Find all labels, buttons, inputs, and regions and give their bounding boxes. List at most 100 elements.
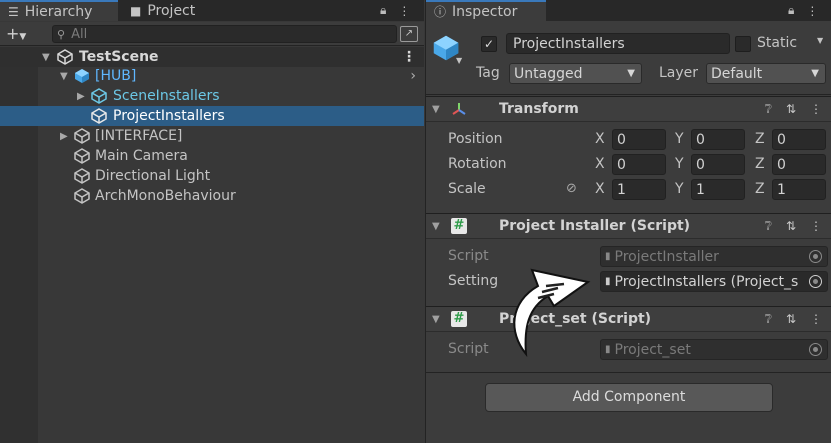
tab-hierarchy[interactable]: ☰ Hierarchy: [0, 0, 118, 21]
hierarchy-panel: ☰ Hierarchy ■ Project 🔒︎ ⋮ +▼ ⚲ All ↗ ▼ …: [0, 0, 424, 443]
setting-object-field[interactable]: ▮ ProjectInstallers (Project_s: [600, 271, 828, 292]
chevron-down-icon: ▼: [627, 68, 635, 79]
chevron-right-icon[interactable]: ›: [410, 68, 416, 84]
axis-x-label: X: [595, 156, 605, 172]
scale-x-field[interactable]: 1: [612, 179, 666, 200]
drag-arrow-icon: [513, 268, 591, 358]
position-label: Position: [448, 131, 503, 147]
axis-z-label: Z: [755, 131, 765, 147]
component-header-icons: ❔︎ ⇅ ⋮: [765, 102, 822, 117]
presets-icon[interactable]: ⇅: [786, 312, 796, 327]
unity-scene-icon: [57, 49, 73, 65]
cube-icon: [74, 168, 90, 184]
axis-y-label: Y: [675, 156, 684, 172]
more-menu-icon[interactable]: ⋮: [806, 4, 818, 18]
scale-y-field[interactable]: 1: [691, 179, 745, 200]
create-dropdown-button[interactable]: +▼: [6, 24, 26, 43]
position-z-field[interactable]: 0: [772, 129, 826, 150]
help-icon[interactable]: ❔︎: [765, 312, 772, 327]
help-icon[interactable]: ❔︎: [765, 219, 772, 234]
presets-icon[interactable]: ⇅: [786, 102, 796, 117]
gameobject-name-field[interactable]: ProjectInstallers: [506, 33, 730, 54]
expand-arrow-icon[interactable]: ▼: [42, 52, 50, 63]
axis-y-label: Y: [675, 131, 684, 147]
lock-icon[interactable]: 🔒︎: [380, 3, 386, 18]
rotation-z-field[interactable]: 0: [772, 154, 826, 175]
position-y-field[interactable]: 0: [691, 129, 745, 150]
setting-value: ProjectInstallers (Project_s: [614, 273, 799, 290]
csharp-script-icon: #: [451, 311, 467, 327]
component-menu-icon[interactable]: ⋮: [810, 219, 822, 234]
axis-z-label: Z: [755, 181, 765, 197]
component-menu-icon[interactable]: ⋮: [810, 102, 822, 117]
collapse-arrow-icon[interactable]: ▶: [77, 91, 85, 102]
lock-icon[interactable]: 🔒︎: [788, 3, 794, 18]
position-x-field[interactable]: 0: [612, 129, 666, 150]
object-picker-icon[interactable]: [809, 343, 822, 356]
rotation-y-field[interactable]: 0: [691, 154, 745, 175]
more-menu-icon[interactable]: ⋮: [398, 4, 410, 18]
presets-icon[interactable]: ⇅: [786, 219, 796, 234]
info-icon: ⓘ: [434, 5, 447, 19]
hierarchy-item-label: [HUB]: [95, 68, 137, 84]
axis-y-label: Y: [675, 181, 684, 197]
hierarchy-item-label: Main Camera: [95, 148, 188, 164]
hierarchy-item-main-camera[interactable]: Main Camera: [0, 146, 424, 166]
prefab-cube-icon: [75, 69, 89, 83]
fold-arrow-icon[interactable]: ▼: [432, 314, 440, 325]
hierarchy-item-interface[interactable]: ▶ [INTERFACE]: [0, 126, 424, 146]
asset-file-icon: ▮: [605, 276, 611, 287]
script-label: Script: [448, 341, 489, 357]
project-installer-header[interactable]: ▼ # Project Installer (Script) ❔︎ ⇅ ⋮: [426, 213, 831, 239]
script-file-icon: ▮: [605, 251, 611, 262]
scene-menu-icon[interactable]: ⋮: [402, 49, 416, 65]
static-label: Static: [757, 35, 798, 51]
scale-z-field[interactable]: 1: [772, 179, 826, 200]
chevron-down-icon: ▼: [811, 68, 819, 79]
rotation-label: Rotation: [448, 156, 507, 172]
hierarchy-search-input[interactable]: ⚲ All: [52, 25, 397, 43]
hierarchy-item-projectinstallers[interactable]: ProjectInstallers: [0, 106, 424, 126]
object-picker-icon[interactable]: [809, 275, 822, 288]
icon-dropdown-arrow-icon[interactable]: ▼: [456, 56, 462, 65]
tab-project[interactable]: ■ Project: [122, 0, 242, 21]
constrain-proportions-icon[interactable]: ⊘: [566, 181, 577, 196]
expand-arrow-icon[interactable]: ▼: [60, 71, 68, 82]
rotation-x-field[interactable]: 0: [612, 154, 666, 175]
layer-label: Layer: [659, 65, 699, 81]
static-dropdown-arrow-icon[interactable]: ▼: [817, 36, 823, 45]
scene-label: TestScene: [79, 49, 159, 65]
collapse-arrow-icon[interactable]: ▶: [60, 131, 68, 142]
static-toggle[interactable]: [735, 36, 751, 52]
fold-arrow-icon[interactable]: ▼: [432, 221, 440, 232]
add-component-button[interactable]: Add Component: [485, 383, 773, 412]
search-placeholder: All: [71, 26, 88, 42]
help-icon[interactable]: ❔︎: [765, 102, 772, 117]
hierarchy-item-archmonobehaviour[interactable]: ArchMonoBehaviour: [0, 186, 424, 206]
tag-label: Tag: [476, 65, 500, 81]
folder-icon: ■: [130, 3, 142, 18]
transform-header[interactable]: ▼ Transform ❔︎ ⇅ ⋮: [426, 96, 831, 122]
hierarchy-item-directional-light[interactable]: Directional Light: [0, 166, 424, 186]
search-icon: ⚲: [57, 27, 66, 41]
active-toggle[interactable]: ✓: [481, 36, 497, 52]
search-options-icon[interactable]: ↗: [400, 26, 418, 42]
layer-dropdown[interactable]: Default ▼: [706, 63, 826, 84]
scale-label: Scale: [448, 181, 486, 197]
component-menu-icon[interactable]: ⋮: [810, 312, 822, 327]
csharp-script-icon: #: [451, 218, 467, 234]
layer-value: Default: [711, 65, 763, 82]
scene-row[interactable]: ▼ TestScene ⋮: [0, 47, 424, 67]
project-set-header[interactable]: ▼ # Project_set (Script) ❔︎ ⇅ ⋮: [426, 306, 831, 332]
tab-project-label: Project: [147, 2, 196, 19]
tag-dropdown[interactable]: Untagged ▼: [509, 63, 642, 84]
fold-arrow-icon[interactable]: ▼: [432, 104, 440, 115]
tab-inspector[interactable]: ⓘ Inspector: [426, 0, 546, 21]
tag-value: Untagged: [514, 65, 583, 82]
script-value: Project_set: [614, 341, 691, 358]
object-picker-icon[interactable]: [809, 250, 822, 263]
tab-inspector-label: Inspector: [452, 3, 518, 20]
gameobject-header: ▼ ✓ ProjectInstallers Static ▼ Tag Untag…: [426, 22, 831, 95]
hierarchy-item-sceneinstallers[interactable]: ▶ SceneInstallers: [0, 86, 424, 106]
hierarchy-item-hub[interactable]: ▼ [HUB] ›: [0, 66, 424, 86]
